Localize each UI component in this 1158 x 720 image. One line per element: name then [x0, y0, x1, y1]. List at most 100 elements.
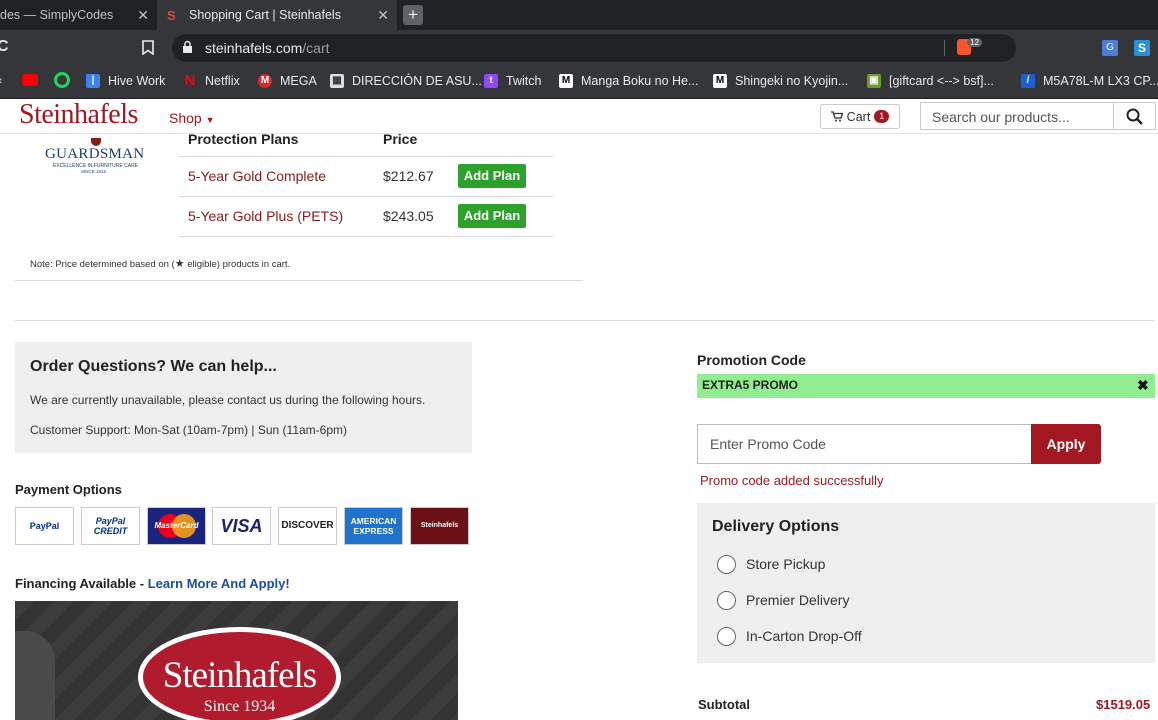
guardsman-crest-icon — [91, 138, 101, 146]
protection-plans-header: Protection Plans — [188, 131, 299, 147]
bookmark-label: Shingeki no Kyojin... — [735, 74, 849, 88]
manga-icon: M — [559, 74, 573, 88]
financing-title: Financing Available - Learn More And App… — [15, 576, 290, 591]
bookmark-label: [giftcard <--> bsf]... — [889, 74, 994, 88]
circle-app-icon[interactable] — [54, 72, 70, 88]
bookmark-netflix[interactable]: N Netflix — [183, 72, 240, 90]
caret-down-icon: ▼ — [205, 115, 215, 125]
store-pickup-label[interactable]: Store Pickup — [746, 556, 825, 572]
star-icon: ★ — [174, 258, 185, 270]
cart-label: Cart — [846, 109, 871, 124]
guardsman-since: SINCE 1915 — [81, 169, 107, 174]
paypal-card-icon: PayPal — [15, 507, 74, 545]
bookmark-label: M5A78L-M LX3 CP... — [1043, 74, 1158, 88]
delivery-options-title: Delivery Options — [712, 518, 840, 535]
tab-simplycodes[interactable]: des — SimplyCodes ✕ — [0, 0, 157, 30]
search-icon — [1126, 108, 1143, 125]
bookmark-mega[interactable]: M MEGA — [258, 72, 317, 90]
banner-since: Since 1934 — [203, 698, 276, 715]
steinhafels-logo[interactable]: Steinhafels — [19, 99, 138, 131]
add-plan-button[interactable]: Add Plan — [458, 164, 526, 188]
bookmark-twitch[interactable]: t Twitch — [484, 72, 541, 90]
premier-delivery-label[interactable]: Premier Delivery — [746, 592, 849, 608]
new-tab-icon[interactable]: + — [403, 5, 423, 25]
bookmark-label: Manga Boku no He... — [581, 74, 699, 88]
applied-promo-code: EXTRA5 PROMO — [702, 378, 799, 392]
simplycodes-extension-icon[interactable]: S — [1134, 40, 1150, 56]
bookmark-overflow-icon[interactable]: « — [0, 75, 2, 87]
in-carton-dropoff-label[interactable]: In-Carton Drop-Off — [746, 628, 862, 644]
bookmark-shingeki[interactable]: M Shingeki no Kyojin... — [713, 72, 848, 90]
bookmark-icon[interactable] — [142, 40, 154, 60]
table-divider — [179, 236, 553, 237]
close-icon[interactable]: ✕ — [137, 7, 149, 24]
bookmark-m5a78l[interactable]: / M5A78L-M LX3 CP... — [1021, 72, 1158, 90]
bookmark-label: Twitch — [506, 74, 542, 88]
add-plan-button[interactable]: Add Plan — [458, 204, 526, 228]
banner-brand: Steinhafels — [162, 655, 317, 696]
table-divider — [179, 196, 553, 197]
subtotal-value: $1519.05 — [1096, 697, 1151, 712]
netflix-icon: N — [184, 72, 196, 89]
brave-badge: 12 — [967, 38, 982, 47]
paypal-credit-card-icon: PayPal CREDIT — [81, 507, 140, 545]
apply-button[interactable]: Apply — [1031, 424, 1101, 464]
shop-label: Shop — [169, 110, 202, 126]
note-prefix: Note: Price determined based on ( — [30, 259, 175, 270]
steinhafels-card-icon: Steinhafels — [410, 507, 469, 545]
shop-menu[interactable]: Shop ▼ — [169, 110, 215, 126]
twitch-icon: t — [484, 74, 498, 88]
premier-delivery-radio[interactable] — [717, 591, 736, 610]
tab-title: des — SimplyCodes — [0, 8, 114, 22]
remove-promo-icon[interactable]: ✖ — [1137, 377, 1149, 394]
promo-code-input[interactable]: Enter Promo Code — [697, 424, 1032, 464]
promo-success-message: Promo code added successfully — [700, 473, 884, 488]
youtube-icon[interactable] — [22, 74, 38, 86]
section-divider — [15, 280, 583, 281]
search-button[interactable] — [1113, 102, 1156, 130]
note-suffix: eligible) products in cart. — [184, 259, 291, 270]
availability-text: We are currently unavailable, please con… — [30, 393, 426, 407]
document-icon: ▦ — [330, 74, 344, 88]
bookmark-label: Netflix — [205, 74, 240, 88]
payment-options-title: Payment Options — [15, 482, 122, 497]
plan-name: 5-Year Gold Plus (PETS) — [188, 208, 344, 224]
lock-icon — [182, 40, 193, 59]
store-pickup-radio[interactable] — [717, 555, 736, 574]
guardsman-brand: GUARDSMAN — [45, 146, 145, 162]
mastercard-label: MasterCard — [154, 521, 199, 530]
cart-button[interactable]: Cart 1 — [820, 104, 900, 129]
cart-count-badge: 1 — [874, 110, 890, 123]
cart-icon — [830, 111, 843, 122]
bookmark-label: DIRECCIÓN DE ASU... — [352, 74, 482, 88]
manga-icon: M — [713, 74, 727, 88]
bookmark-manga-boku[interactable]: M Manga Boku no He... — [559, 72, 698, 90]
search-input[interactable]: Search our products... — [920, 102, 1114, 130]
tab-title: Shopping Cart | Steinhafels — [189, 8, 341, 22]
subtotal-label: Subtotal — [698, 697, 750, 712]
section-divider — [15, 320, 1155, 321]
mastercard-icon: MasterCard — [147, 507, 206, 545]
url-path: /cart — [302, 40, 330, 56]
url-text: steinhafels.com/cart — [205, 40, 330, 56]
amex-card-icon: AMERICAN EXPRESS — [344, 507, 403, 545]
support-hours-text: Customer Support: Mon-Sat (10am-7pm) | S… — [30, 423, 348, 437]
visa-card-icon: VISA — [212, 507, 271, 545]
translate-extension-icon[interactable]: G — [1102, 40, 1118, 56]
in-carton-dropoff-radio[interactable] — [717, 627, 736, 646]
asus-icon: / — [1021, 74, 1035, 88]
sofa-arm — [15, 631, 55, 720]
hive-icon: | — [86, 74, 100, 88]
plan-price: $243.05 — [383, 208, 434, 224]
bookmark-hive-work[interactable]: | Hive Work — [86, 72, 165, 90]
mega-icon: M — [258, 74, 272, 88]
financing-label: Financing Available - — [15, 576, 148, 591]
tab-shopping-cart[interactable]: S Shopping Cart | Steinhafels ✕ — [157, 0, 397, 30]
bookmark-direccion[interactable]: ▦ DIRECCIÓN DE ASU... — [330, 72, 482, 90]
browser-tab-bar: des — SimplyCodes ✕ S Shopping Cart | St… — [0, 0, 1158, 30]
bookmark-giftcard[interactable]: ▣ [giftcard <--> bsf]... — [867, 72, 994, 90]
close-icon[interactable]: ✕ — [377, 7, 389, 24]
reload-icon[interactable]: C — [0, 38, 9, 56]
financing-banner[interactable]: Steinhafels Since 1934 — [15, 601, 458, 720]
financing-link[interactable]: Learn More And Apply! — [148, 576, 290, 591]
